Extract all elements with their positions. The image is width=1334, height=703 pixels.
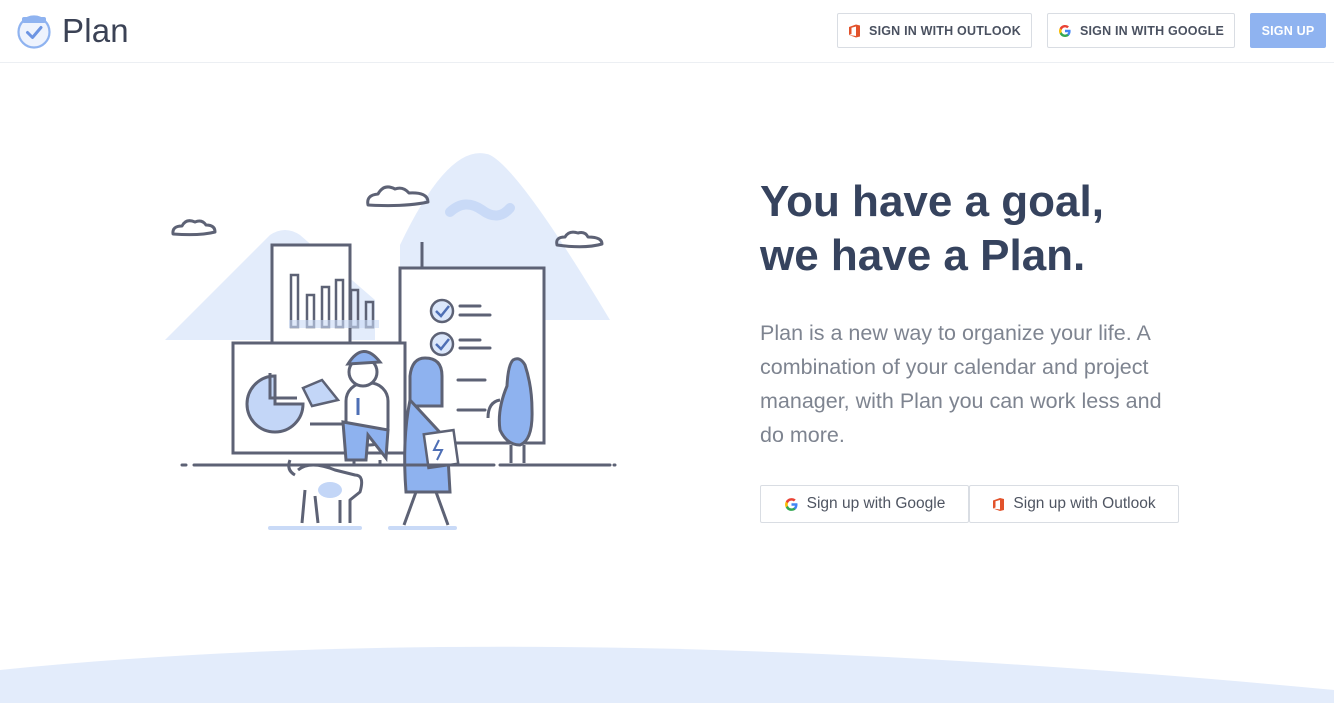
google-g-icon bbox=[784, 497, 799, 512]
top-header: Plan SIGN IN WITH OUTLOOK SIGN IN WITH G… bbox=[0, 0, 1334, 63]
hero-description: Plan is a new way to organize your life.… bbox=[760, 321, 1162, 447]
calendar-check-icon bbox=[17, 15, 51, 49]
sign-up-label: SIGN UP bbox=[1261, 23, 1315, 38]
sign-in-outlook-label: SIGN IN WITH OUTLOOK bbox=[869, 23, 1021, 38]
logo[interactable]: Plan bbox=[16, 13, 129, 49]
sign-up-outlook-label: Sign up with Outlook bbox=[1013, 495, 1156, 512]
sign-up-button[interactable]: SIGN UP bbox=[1250, 13, 1326, 48]
sign-in-outlook-button[interactable]: SIGN IN WITH OUTLOOK bbox=[837, 13, 1032, 48]
cloud bbox=[555, 230, 604, 249]
headline-line-1: You have a goal, bbox=[760, 177, 1104, 226]
office-icon bbox=[848, 24, 861, 38]
sign-up-google-button[interactable]: Sign up with Google bbox=[760, 485, 969, 523]
sign-up-outlook-button[interactable]: Sign up with Outlook bbox=[969, 485, 1179, 523]
sign-in-google-label: SIGN IN WITH GOOGLE bbox=[1079, 23, 1225, 38]
hero-illustration bbox=[165, 153, 617, 530]
google-g-icon bbox=[1058, 24, 1072, 38]
hero-headline: You have a goal, we have a Plan. bbox=[760, 175, 1280, 283]
brand-name: Plan bbox=[62, 12, 129, 49]
headline-line-2: we have a Plan. bbox=[760, 231, 1086, 280]
office-icon bbox=[992, 497, 1005, 512]
bar-chart-board bbox=[270, 243, 352, 352]
cloud bbox=[171, 219, 217, 237]
dog-figure bbox=[268, 459, 364, 530]
cloud bbox=[366, 185, 430, 208]
sign-in-google-button[interactable]: SIGN IN WITH GOOGLE bbox=[1047, 13, 1235, 48]
sign-up-google-label: Sign up with Google bbox=[806, 495, 946, 512]
bottom-wave bbox=[0, 646, 1334, 703]
